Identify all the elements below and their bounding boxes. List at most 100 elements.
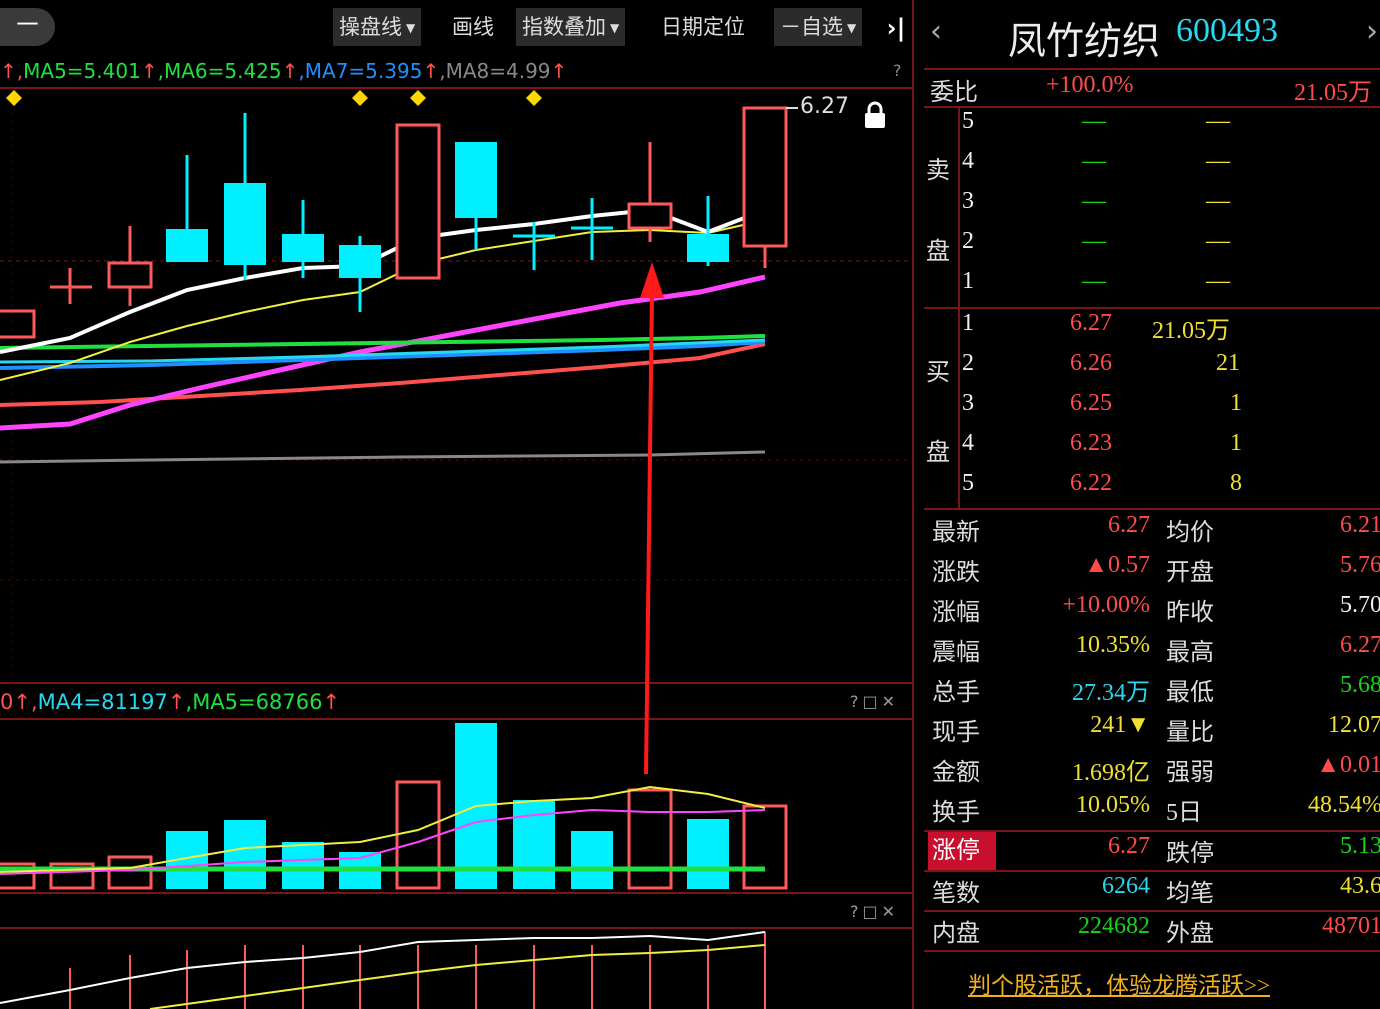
up-arrow-icon: ↑	[167, 690, 186, 714]
chevron-left-icon[interactable]: ‹	[930, 14, 942, 49]
wei-bi-row: 委比 +100.0% 21.05万	[924, 70, 1380, 110]
stat-row-pct: 涨幅 +10.00% 昨收 5.70	[924, 592, 1380, 632]
volume-bar-down	[282, 842, 324, 889]
buy-volume: 8	[1230, 470, 1242, 496]
stat-row-inner-outer: 内盘 224682 外盘 48701	[924, 913, 1380, 953]
sell-price: —	[1082, 108, 1106, 134]
stat-value: ▲0.57	[1084, 552, 1150, 578]
volume-bar-up	[742, 804, 788, 890]
stat-label: 笔数	[932, 881, 980, 907]
buy-row-4: 4 6.23 1	[924, 430, 1380, 470]
sell-volume: —	[1206, 268, 1230, 294]
stat-label: 涨幅	[932, 600, 980, 626]
buy-volume: 21.05万	[1152, 318, 1230, 344]
candle-up	[107, 261, 153, 289]
candle-up	[395, 123, 441, 280]
signal-diamond-icon	[526, 90, 542, 106]
buy-level: 4	[962, 430, 974, 456]
buy-level: 3	[962, 390, 974, 416]
stat-label: 最高	[1166, 640, 1214, 666]
stat-row-turnover: 换手 10.05% 5日 48.54%	[924, 792, 1380, 832]
stat-row-amplitude: 震幅 10.35% 最高 6.27	[924, 632, 1380, 672]
chevron-right-icon[interactable]: ›	[1366, 14, 1378, 49]
sell-price: —	[1082, 228, 1106, 254]
stat-value: 12.07	[1328, 712, 1380, 738]
wei-bi-value: +100.0%	[1046, 72, 1134, 98]
stat-label: 换手	[932, 800, 980, 826]
sell-level: 3	[962, 188, 974, 214]
stock-header: ‹ 凤竹纺织 600493 ›	[924, 0, 1380, 70]
wei-cha-value: 21.05万	[1294, 80, 1372, 106]
buy-volume: 21	[1216, 350, 1240, 376]
stat-value: 5.68	[1340, 672, 1380, 698]
buy-row-5: 5 6.22 8	[924, 470, 1380, 510]
stat-value: 43.6	[1340, 873, 1380, 899]
stat-value: 10.35%	[1076, 632, 1150, 658]
sell-price: —	[1082, 268, 1106, 294]
stat-label: 昨收	[1166, 600, 1214, 626]
candlesticks	[0, 106, 788, 339]
stat-value: 6.27	[1340, 632, 1380, 658]
stat-value: 6.27	[1108, 512, 1150, 538]
volume-bar-up	[395, 780, 441, 890]
volume-legend: 0↑,MA4=81197↑,MA5=68766↑	[0, 690, 341, 714]
sell-price: —	[1082, 148, 1106, 174]
stat-value: 6.27	[1108, 833, 1150, 859]
stat-label: 最新	[932, 520, 980, 546]
stat-value: 48701	[1322, 913, 1380, 939]
stat-row-trades: 笔数 6264 均笔 43.6	[924, 873, 1380, 913]
stat-value: 10.05%	[1076, 792, 1150, 818]
volume-panel-controls[interactable]: ?□✕	[850, 692, 899, 711]
candle-down	[166, 229, 208, 262]
stat-value: 5.70	[1340, 592, 1380, 618]
volume-bar-down	[687, 819, 729, 889]
stat-label: 5日	[1166, 800, 1202, 826]
volume-ma4-value: MA4=81197	[37, 690, 168, 714]
sell-volume: —	[1206, 108, 1230, 134]
stat-value: 5.76	[1340, 552, 1380, 578]
stat-label: 跌停	[1166, 841, 1214, 867]
stat-value: 241▼	[1090, 712, 1150, 738]
stat-value: 48.54%	[1308, 792, 1380, 818]
sell-level: 4	[962, 148, 974, 174]
volume-ma5-line	[0, 785, 766, 873]
stat-row-change: 涨跌 ▲0.57 开盘 5.76	[924, 552, 1380, 592]
volume-bar-down	[571, 831, 613, 889]
stat-row-volume: 总手 27.34万 最低 5.68	[924, 672, 1380, 712]
indicator-panel-controls[interactable]: ?□✕	[850, 902, 899, 921]
candle-up	[627, 202, 673, 230]
kline-chart-svg	[0, 87, 912, 1009]
buy-price: 6.25	[1070, 390, 1112, 416]
sell-volume: —	[1206, 228, 1230, 254]
volume-bars	[0, 723, 788, 890]
buy-level: 5	[962, 470, 974, 496]
stat-label: 内盘	[932, 921, 980, 947]
stat-label: 开盘	[1166, 560, 1214, 586]
buy-level: 2	[962, 350, 974, 376]
stat-label: 量比	[1166, 720, 1214, 746]
stat-label: 现手	[932, 720, 980, 746]
buy-price: 6.22	[1070, 470, 1112, 496]
promo-link[interactable]: 判个股活跃，体验龙腾活跃>>	[968, 966, 1270, 1000]
buy-row-2: 2 6.26 21	[924, 350, 1380, 390]
buy-price: 6.26	[1070, 350, 1112, 376]
buy-volume: 1	[1230, 430, 1242, 456]
chart-area[interactable]: － 操盘线 ▼ 画线 指数叠加 ▼ 日期定位 －自选 ▼ ›| ↑,MA5=5.401…	[0, 0, 912, 1009]
stock-code: 600493	[1176, 12, 1278, 49]
stat-row-latest: 最新 6.27 均价 6.21	[924, 512, 1380, 552]
stat-label: 外盘	[1166, 921, 1214, 947]
stat-row-limits: 6.27 跌停 5.13	[924, 833, 1380, 873]
sell-row-1: 1 — —	[924, 268, 1380, 308]
indicator-yellow-line	[149, 944, 766, 1009]
sell-level: 5	[962, 108, 974, 134]
stat-row-current: 现手 241▼ 量比 12.07	[924, 712, 1380, 752]
sell-level: 2	[962, 228, 974, 254]
stat-value: 5.13	[1340, 833, 1380, 859]
sell-volume: —	[1206, 148, 1230, 174]
wei-bi-label: 委比	[930, 80, 978, 106]
stat-label: 总手	[932, 680, 980, 706]
lock-icon[interactable]	[862, 100, 888, 130]
panel-divider[interactable]	[912, 0, 924, 1009]
sell-level: 1	[962, 268, 974, 294]
candle-up	[742, 106, 788, 248]
